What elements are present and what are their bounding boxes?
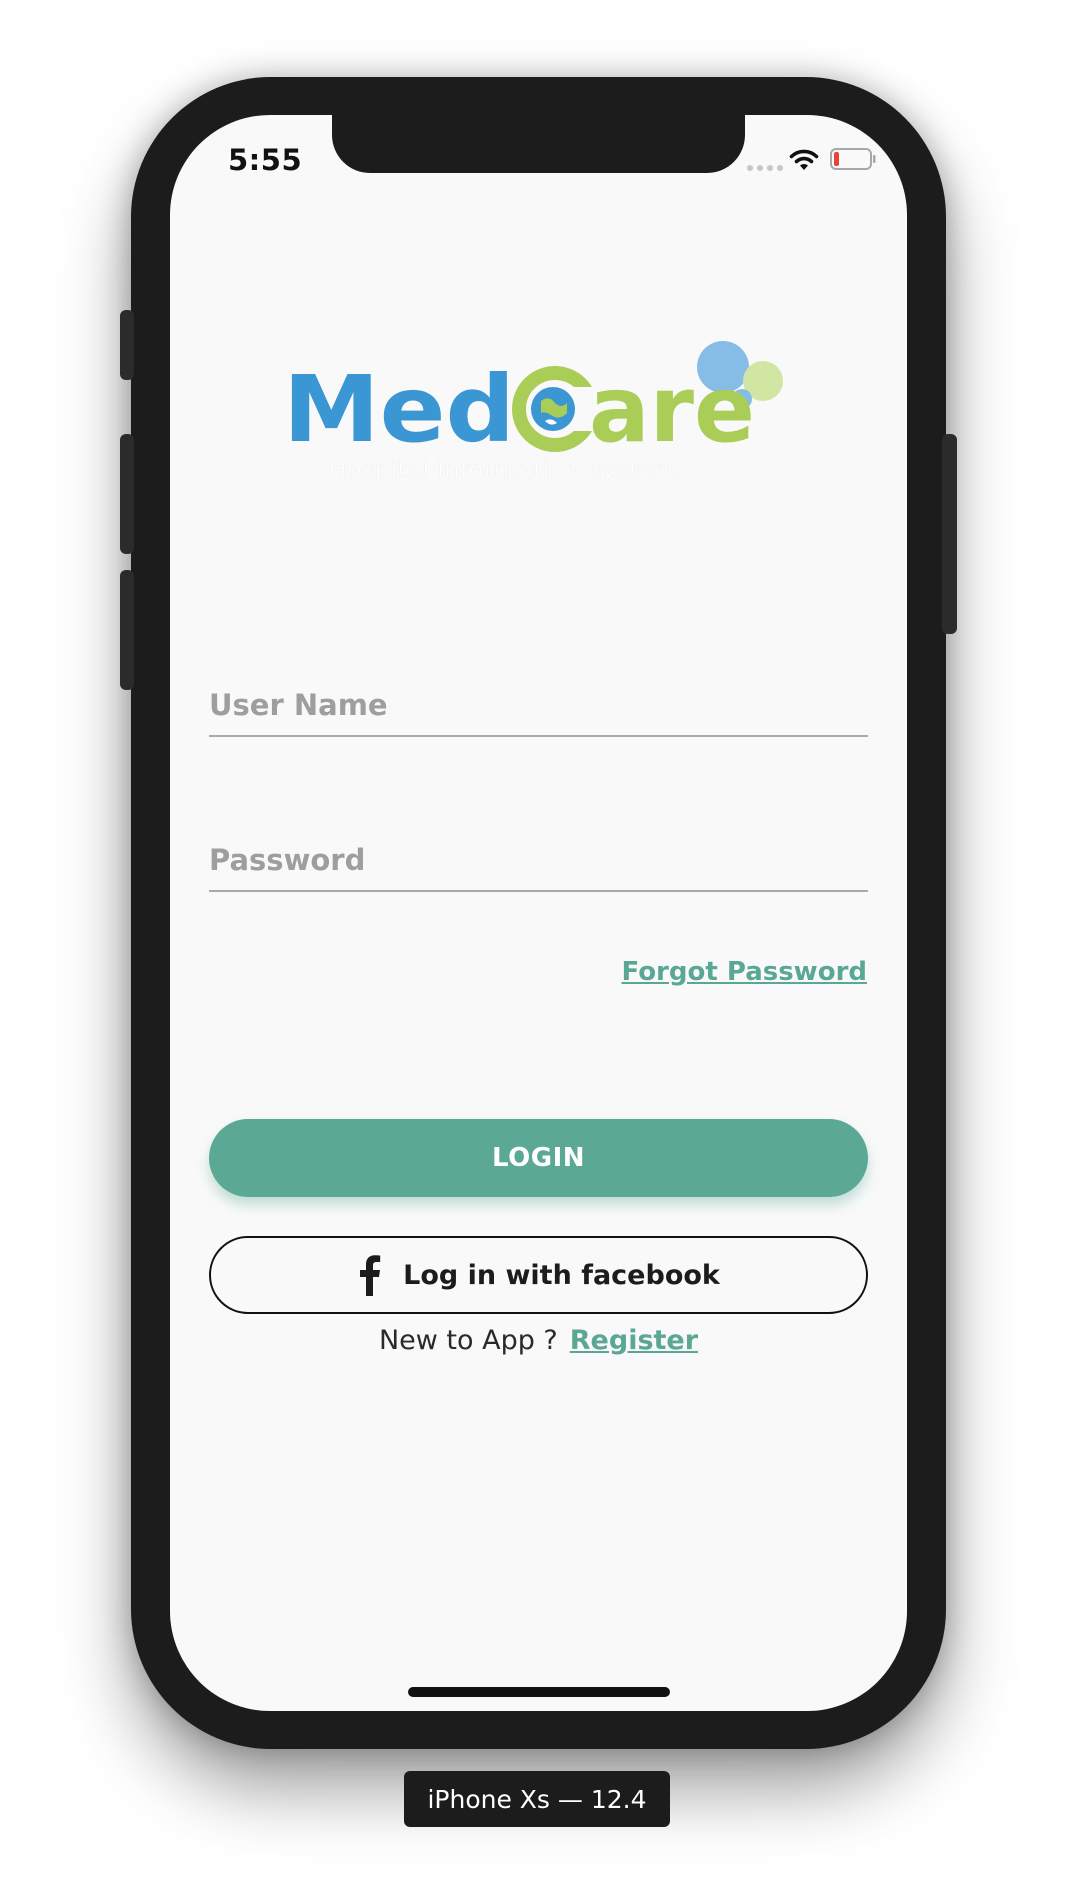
status-time: 5:55 — [228, 143, 303, 177]
mute-switch — [120, 310, 134, 380]
username-field — [209, 675, 868, 737]
logo-tagline: Hospital Information system — [328, 458, 678, 483]
username-input[interactable] — [209, 675, 868, 735]
facebook-icon — [360, 1255, 381, 1296]
volume-down-button — [120, 570, 134, 690]
register-link[interactable]: Register — [570, 1325, 698, 1356]
wifi-icon — [789, 149, 819, 170]
battery-icon — [830, 148, 876, 170]
notch — [332, 115, 745, 173]
cellular-signal-icon — [747, 165, 783, 171]
app-screen: 5:55 Med are Hospital Information system… — [170, 115, 907, 1711]
password-input[interactable] — [209, 830, 868, 890]
login-button[interactable]: LOGIN — [209, 1119, 868, 1197]
register-prompt: New to App ? — [378, 1325, 558, 1356]
register-row: New to App ? Register — [170, 1325, 907, 1356]
forgot-password-link[interactable]: Forgot Password — [621, 957, 867, 987]
power-button — [942, 434, 957, 634]
simulator-device-label: iPhone Xs — 12.4 — [404, 1771, 670, 1827]
facebook-login-label: Log in with facebook — [403, 1259, 720, 1291]
home-indicator[interactable] — [408, 1687, 670, 1697]
volume-up-button — [120, 434, 134, 554]
logo-med-text: Med — [283, 356, 515, 463]
password-field — [209, 830, 868, 892]
medcare-logo: Med are Hospital Information system — [283, 341, 783, 483]
logo-care-text: are — [589, 356, 755, 463]
facebook-login-button[interactable]: Log in with facebook — [209, 1236, 868, 1314]
